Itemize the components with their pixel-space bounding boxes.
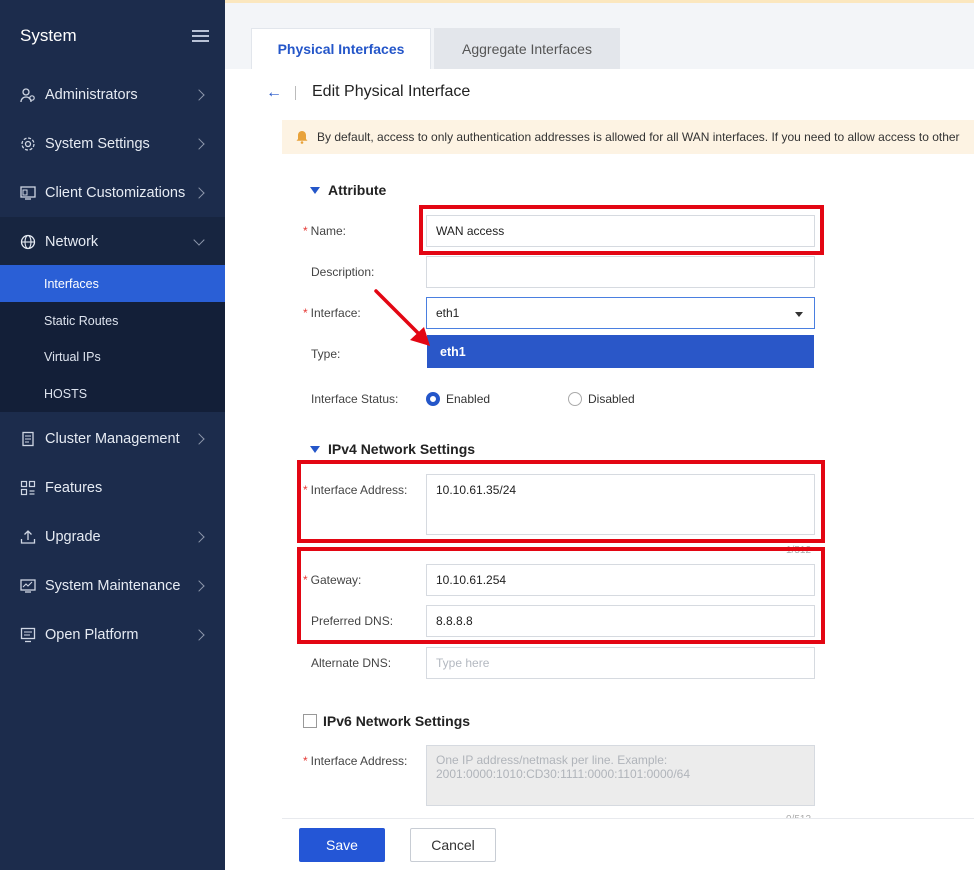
- network-submenu: Interfaces Static Routes Virtual IPs HOS…: [0, 265, 225, 412]
- caret-down-icon: [795, 312, 803, 317]
- gear-icon: [19, 135, 37, 153]
- radio-unselected-icon: [568, 392, 582, 406]
- sidebar-subitem-virtual-ips[interactable]: Virtual IPs: [0, 338, 225, 375]
- notice-text: By default, access to only authenticatio…: [317, 130, 960, 144]
- menu-collapse-icon[interactable]: [192, 30, 209, 42]
- section-ipv6[interactable]: IPv6 Network Settings: [303, 713, 470, 729]
- sidebar-item-network[interactable]: Network: [0, 217, 225, 266]
- sidebar-subitem-interfaces[interactable]: Interfaces: [0, 265, 225, 302]
- cancel-button[interactable]: Cancel: [410, 828, 496, 862]
- highlight-box-name: [419, 205, 824, 255]
- status-disabled-radio[interactable]: Disabled: [568, 392, 635, 406]
- bell-icon: [296, 130, 308, 144]
- screen-icon: [19, 626, 37, 644]
- section-title: IPv6 Network Settings: [323, 713, 471, 729]
- section-title: IPv4 Network Settings: [328, 441, 476, 457]
- interface-select[interactable]: eth1: [426, 297, 815, 329]
- sidebar-item-label: Administrators: [45, 86, 138, 103]
- sidebar-subitem-hosts[interactable]: HOSTS: [0, 375, 225, 412]
- grid-icon: [19, 479, 37, 497]
- section-title: Attribute: [328, 182, 387, 198]
- monitor-icon: [19, 184, 37, 202]
- chevron-right-icon: [193, 530, 205, 543]
- name-label: * Name:: [303, 224, 347, 238]
- tab-physical-interfaces[interactable]: Physical Interfaces: [251, 28, 431, 69]
- red-arrow-annotation: [374, 289, 430, 346]
- interface-option-eth1[interactable]: eth1: [427, 335, 814, 368]
- highlight-box-ipv4-address: [297, 460, 825, 543]
- sidebar-item-administrators[interactable]: Administrators: [0, 70, 225, 119]
- upload-icon: [19, 528, 37, 546]
- chevron-right-icon: [193, 432, 205, 445]
- description-label: Description:: [311, 265, 375, 279]
- alternate-dns-input[interactable]: Type here: [426, 647, 815, 679]
- placeholder-line: 2001:0000:1010:CD30:1111:0000:1101:0000/…: [436, 767, 691, 781]
- status-enabled-radio[interactable]: Enabled: [426, 392, 490, 406]
- sidebar-item-system-maintenance[interactable]: System Maintenance: [0, 561, 225, 610]
- chevron-right-icon: [193, 137, 205, 150]
- sidebar-subitem-static-routes[interactable]: Static Routes: [0, 302, 225, 339]
- ipv6-address-textarea: One IP address/netmask per line. Example…: [426, 745, 815, 806]
- sidebar-item-label: System Maintenance: [45, 577, 181, 594]
- page-title: Edit Physical Interface: [312, 83, 471, 100]
- sidebar-header: System: [0, 0, 225, 70]
- save-button[interactable]: Save: [299, 828, 385, 862]
- alternate-dns-label: Alternate DNS:: [311, 656, 392, 670]
- sidebar-item-upgrade[interactable]: Upgrade: [0, 512, 225, 561]
- collapse-triangle-icon: [310, 186, 320, 194]
- sidebar-item-cluster-management[interactable]: Cluster Management: [0, 414, 225, 463]
- sidebar: System Administrators System Settings Cl…: [0, 0, 225, 870]
- user-group-icon: [19, 86, 37, 104]
- info-notice: By default, access to only authenticatio…: [282, 120, 974, 154]
- monitor-chart-icon: [19, 577, 37, 595]
- ipv6-enable-checkbox[interactable]: [303, 714, 317, 728]
- ipv6-address-label: * Interface Address:: [303, 754, 408, 768]
- sidebar-item-label: Client Customizations: [45, 184, 186, 201]
- breadcrumb-separator: [295, 86, 296, 100]
- radio-label: Disabled: [588, 392, 635, 406]
- interface-status-label: Interface Status:: [311, 392, 399, 406]
- radio-selected-icon: [426, 392, 440, 406]
- sidebar-item-label: Open Platform: [45, 626, 139, 643]
- globe-icon: [19, 233, 37, 251]
- sidebar-item-system-settings[interactable]: System Settings: [0, 119, 225, 168]
- sidebar-item-label: Cluster Management: [45, 430, 180, 447]
- footer-divider: [282, 818, 974, 819]
- description-input[interactable]: [426, 256, 815, 288]
- highlight-box-gateway-dns: [297, 547, 825, 644]
- sidebar-item-label: Features: [45, 479, 103, 496]
- radio-label: Enabled: [446, 392, 491, 406]
- type-label: Type:: [311, 347, 341, 361]
- interface-label: * Interface:: [303, 306, 361, 320]
- chevron-right-icon: [193, 579, 205, 592]
- placeholder-line: One IP address/netmask per line. Example…: [436, 753, 668, 767]
- section-ipv4[interactable]: IPv4 Network Settings: [310, 441, 475, 457]
- chevron-right-icon: [193, 628, 205, 641]
- sidebar-title: System: [20, 26, 77, 45]
- sidebar-item-label: System Settings: [45, 135, 150, 152]
- sidebar-item-label: Network: [45, 233, 99, 250]
- chevron-right-icon: [193, 186, 205, 199]
- sidebar-item-features[interactable]: Features: [0, 463, 225, 512]
- chevron-right-icon: [193, 88, 205, 101]
- server-icon: [19, 430, 37, 448]
- collapse-triangle-icon: [310, 445, 320, 453]
- sidebar-item-open-platform[interactable]: Open Platform: [0, 610, 225, 659]
- tab-aggregate-interfaces[interactable]: Aggregate Interfaces: [434, 28, 620, 69]
- sidebar-item-client-customizations[interactable]: Client Customizations: [0, 168, 225, 217]
- section-attribute[interactable]: Attribute: [310, 182, 386, 198]
- sidebar-item-label: Upgrade: [45, 528, 101, 545]
- back-arrow-icon[interactable]: ←: [266, 84, 282, 101]
- chevron-down-icon: [193, 233, 205, 246]
